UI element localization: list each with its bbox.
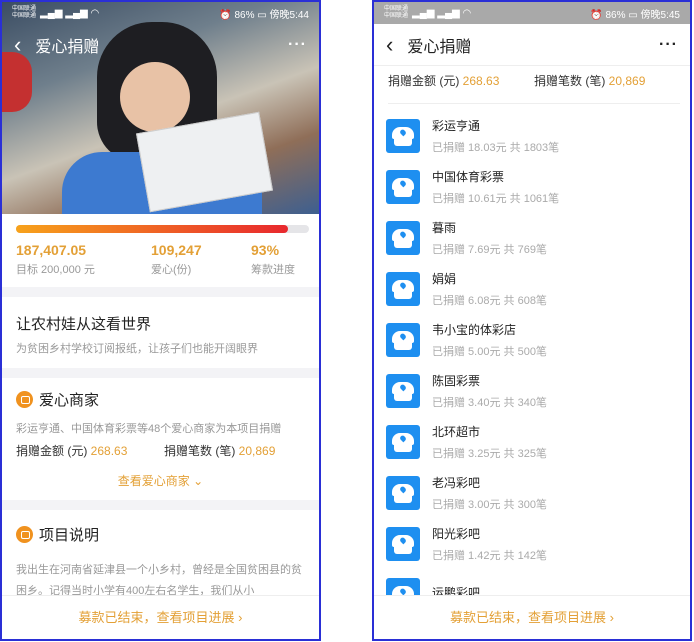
battery-percent: 86% [234, 9, 255, 21]
view-progress-button[interactable]: 募款已结束，查看项目进展 › [2, 595, 319, 639]
merchant-name: 老冯彩吧 [432, 476, 481, 490]
battery-icon: ▭ [628, 9, 638, 21]
stat-progress: 93% 筹款进度 [251, 242, 295, 277]
battery-icon: ▭ [257, 9, 267, 21]
carrier-1: 中国联通 [12, 6, 37, 12]
merchant-list-item[interactable]: 暮雨已捐赠 7.69元 共 769笔 [386, 215, 680, 261]
merchant-store-icon [386, 425, 420, 459]
more-icon[interactable]: ··· [288, 36, 307, 54]
merchant-donation-detail: 已捐赠 7.69元 共 769笔 [432, 244, 547, 256]
divider [2, 287, 319, 297]
clock: 傍晚5:44 [269, 9, 309, 21]
merchant-donation-detail: 已捐赠 3.00元 共 300笔 [432, 499, 547, 511]
merchant-name: 北环超市 [432, 425, 481, 439]
stat-label: 爱心(份) [151, 264, 192, 276]
merchant-name: 中国体育彩票 [432, 170, 505, 184]
merchant-name: 阳光彩吧 [432, 527, 481, 541]
stat-hearts: 109,247 爱心(份) [151, 242, 251, 277]
battery-percent: 86% [605, 9, 626, 21]
merchant-store-icon [386, 221, 420, 255]
merchant-donation-detail: 已捐赠 3.25元 共 325笔 [432, 448, 547, 460]
description-heading: 项目说明 [16, 524, 99, 545]
view-merchants-link[interactable]: 查看爱心商家 ⌄ [2, 472, 319, 489]
status-bar: 中国联通 中国联通 ▂▄▆ ▂▄▆ ◠ ⏰ 86% ▭ 傍晚5:45 [374, 2, 690, 24]
merchant-name: 韦小宝的体彩店 [432, 323, 517, 337]
document-badge-icon [16, 526, 33, 543]
back-icon[interactable]: ‹ [14, 34, 21, 56]
nav-bar: ‹ 爱心捐赠 ··· [2, 24, 319, 66]
merchant-store-icon [386, 272, 420, 306]
merchant-donation-detail: 已捐赠 3.40元 共 340笔 [432, 397, 547, 409]
merchants-summary: 捐赠金额 (元) 268.63 捐赠笔数 (笔) 20,869 [16, 442, 309, 459]
merchant-name: 陈固彩票 [432, 374, 481, 388]
amount-value: 268.63 [90, 444, 128, 458]
stat-value: 93% [251, 242, 280, 258]
divider [2, 368, 319, 378]
alarm-icon: ⏰ [219, 9, 235, 21]
merchant-list-item[interactable]: 北环超市已捐赠 3.25元 共 325笔 [386, 419, 680, 465]
nav-bar: ‹ 爱心捐赠 ··· [374, 24, 690, 66]
page-title: 爱心捐赠 [407, 38, 472, 56]
amount-label: 捐赠金额 (元) [388, 74, 460, 88]
signal-icon: ▂▄▆ ▂▄▆ ◠ [412, 7, 472, 19]
amount-value: 268.63 [462, 74, 500, 88]
merchant-list-item[interactable]: 阳光彩吧已捐赠 1.42元 共 142笔 [386, 521, 680, 567]
merchant-store-icon [386, 323, 420, 357]
divider [2, 500, 319, 510]
merchants-desc: 彩运亨通、中国体育彩票等48个爱心商家为本项目捐赠 [16, 423, 282, 435]
status-bar: 中国联通 中国联通 ▂▄▆ ▂▄▆ ◠ ⏰ 86% ▭ 傍晚5:44 [2, 2, 319, 24]
merchant-list-item[interactable]: 彩运亨通已捐赠 18.03元 共 1803笔 [386, 113, 680, 159]
merchant-badge-icon [16, 391, 33, 408]
project-subtitle: 为贫困乡村学校订阅报纸，让孩子们也能开阔眼界 [16, 343, 258, 355]
stat-raised: 187,407.05 目标 200,000 元 [16, 242, 151, 277]
carrier-1: 中国联通 [384, 6, 409, 12]
merchant-store-icon [386, 374, 420, 408]
back-icon[interactable]: ‹ [386, 33, 393, 56]
merchant-name: 彩运亨通 [432, 119, 481, 133]
merchants-heading: 爱心商家 [16, 389, 99, 410]
merchant-donation-detail: 已捐赠 18.03元 共 1803笔 [432, 142, 560, 154]
count-value: 20,869 [608, 74, 646, 88]
amount-label: 捐赠金额 (元) [16, 444, 88, 458]
merchants-title: 爱心商家 [39, 392, 100, 409]
merchant-donation-detail: 已捐赠 1.42元 共 142笔 [432, 550, 547, 562]
more-icon[interactable]: ··· [659, 36, 678, 54]
stats-row: 187,407.05 目标 200,000 元 109,247 爱心(份) 93% 筹… [16, 242, 307, 277]
merchant-list-item[interactable]: 陈固彩票已捐赠 3.40元 共 340笔 [386, 368, 680, 414]
right-phone-screen: 中国联通 中国联通 ▂▄▆ ▂▄▆ ◠ ⏰ 86% ▭ 傍晚5:45 ‹ 爱心捐赠… [372, 0, 692, 641]
page-title: 爱心捐赠 [35, 39, 100, 56]
merchant-name: 娟娟 [432, 272, 457, 286]
count-label: 捐赠笔数 (笔) [164, 444, 236, 458]
project-title: 让农村娃从这看世界 [16, 316, 152, 333]
merchants-summary: 捐赠金额 (元) 268.63 捐赠笔数 (笔) 20,869 [388, 72, 680, 104]
merchant-donation-detail: 已捐赠 10.61元 共 1061笔 [432, 193, 560, 205]
merchant-list-item[interactable]: 娟娟已捐赠 6.08元 共 608笔 [386, 266, 680, 312]
merchant-store-icon [386, 170, 420, 204]
merchant-store-icon [386, 119, 420, 153]
merchant-store-icon [386, 527, 420, 561]
clock: 傍晚5:45 [640, 9, 680, 21]
stat-value: 187,407.05 [16, 242, 87, 258]
left-phone-screen: 中国联通 中国联通 ▂▄▆ ▂▄▆ ◠ ⏰ 86% ▭ 傍晚5:44 ‹ 爱心捐赠… [0, 0, 321, 641]
count-label: 捐赠笔数 (笔) [534, 74, 606, 88]
merchant-list-item[interactable]: 韦小宝的体彩店已捐赠 5.00元 共 500笔 [386, 317, 680, 363]
merchant-donation-detail: 已捐赠 6.08元 共 608笔 [432, 295, 547, 307]
merchant-store-icon [386, 476, 420, 510]
description-title: 项目说明 [39, 527, 100, 544]
stat-label: 目标 200,000 元 [16, 264, 95, 276]
merchant-donation-detail: 已捐赠 5.00元 共 500笔 [432, 346, 547, 358]
signal-icon: ▂▄▆ ▂▄▆ ◠ [40, 7, 100, 19]
fundraising-progress-bar [16, 225, 309, 233]
carrier-2: 中国联通 [384, 13, 409, 19]
alarm-icon: ⏰ [590, 9, 606, 21]
carrier-2: 中国联通 [12, 13, 37, 19]
merchant-list-item[interactable]: 老冯彩吧已捐赠 3.00元 共 300笔 [386, 470, 680, 516]
stat-value: 109,247 [151, 242, 202, 258]
progress-fill [16, 225, 289, 233]
merchant-list-item[interactable]: 中国体育彩票已捐赠 10.61元 共 1061笔 [386, 164, 680, 210]
merchant-name: 暮雨 [432, 221, 457, 235]
stat-label: 筹款进度 [251, 264, 295, 276]
count-value: 20,869 [238, 444, 276, 458]
view-progress-button[interactable]: 募款已结束，查看项目进展 › [374, 595, 690, 639]
